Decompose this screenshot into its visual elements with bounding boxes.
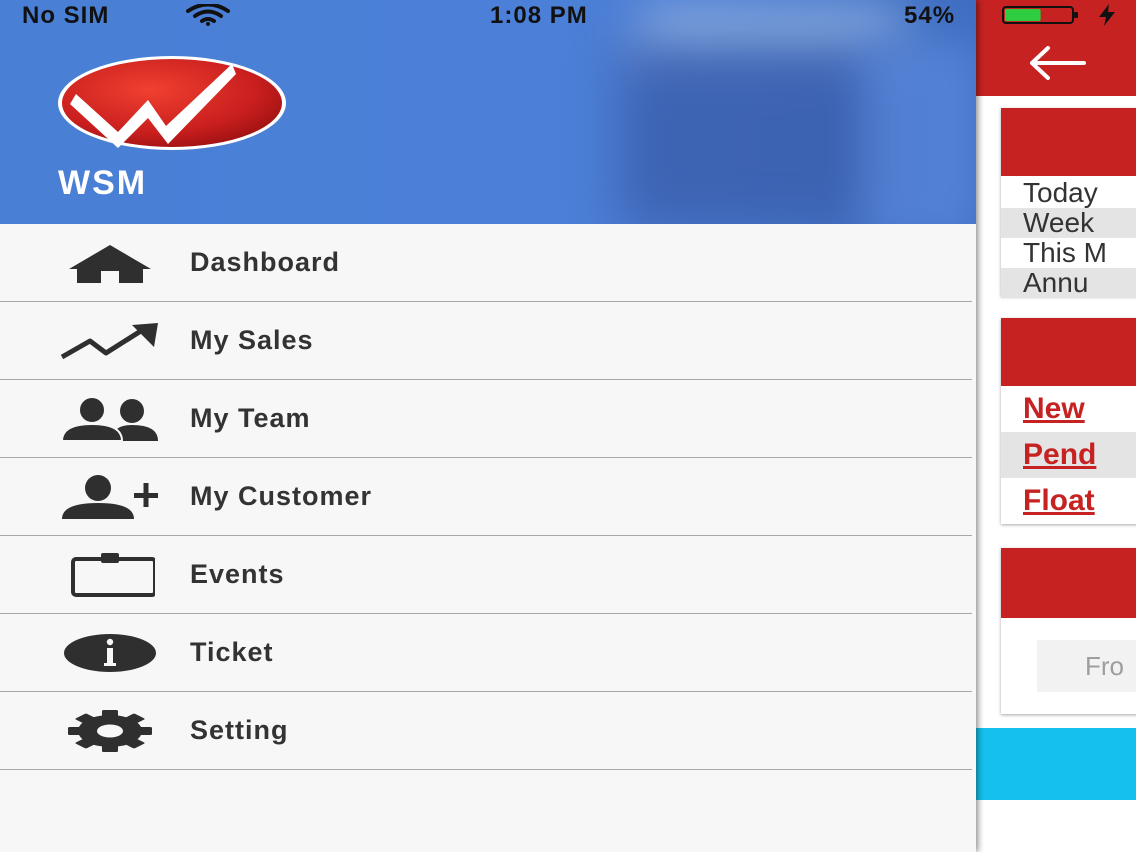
status-bar: No SIM 1:08 PM 54% <box>0 0 1136 30</box>
sales-card-header <box>1001 108 1136 176</box>
clock-time: 1:08 PM <box>490 2 588 29</box>
charging-bolt-icon <box>1099 4 1115 26</box>
battery-percentage: 54% <box>904 2 956 29</box>
sales-summary-card: Today Week This M Annu <box>1001 108 1136 298</box>
sales-row-month[interactable]: This M <box>1001 238 1136 268</box>
drawer-menu: Dashboard My Sales My Team My Customer E… <box>0 224 972 770</box>
menu-label-dashboard: Dashboard <box>190 247 341 277</box>
navigation-drawer: WSM Dashboard My Sales My Team My Custom… <box>0 0 976 852</box>
battery-icon <box>1002 6 1078 24</box>
clipboard-icon <box>60 551 160 599</box>
sales-row-today[interactable]: Today <box>1001 178 1136 208</box>
menu-label-setting: Setting <box>190 715 289 745</box>
team-icon <box>60 395 160 443</box>
sales-row-annual[interactable]: Annu <box>1001 268 1136 298</box>
menu-label-ticket: Ticket <box>190 637 274 667</box>
menu-label-my-customer: My Customer <box>190 481 373 511</box>
menu-item-events[interactable]: Events <box>0 536 972 614</box>
menu-item-ticket[interactable]: Ticket <box>0 614 972 692</box>
date-filter-card: Fro <box>1001 548 1136 714</box>
gear-icon <box>60 707 160 755</box>
link-new[interactable]: New <box>1001 386 1136 432</box>
back-arrow-icon[interactable] <box>1028 44 1088 82</box>
sales-row-week[interactable]: Week <box>1001 208 1136 238</box>
menu-item-my-sales[interactable]: My Sales <box>0 302 972 380</box>
trend-up-icon <box>60 317 160 365</box>
orders-card: New Pend Float <box>1001 318 1136 524</box>
menu-label-events: Events <box>190 559 285 589</box>
menu-item-setting[interactable]: Setting <box>0 692 972 770</box>
submit-button[interactable] <box>976 728 1136 800</box>
menu-item-my-team[interactable]: My Team <box>0 380 972 458</box>
header-background-blur-right <box>860 40 976 224</box>
main-app-screen: Today Week This M Annu New Pend Float Fr… <box>976 0 1136 852</box>
link-pending[interactable]: Pend <box>1001 432 1136 478</box>
add-user-icon <box>60 473 160 521</box>
link-float[interactable]: Float <box>1001 478 1136 524</box>
info-icon <box>60 629 160 677</box>
wsm-logo-icon <box>58 56 286 150</box>
menu-label-my-sales: My Sales <box>190 325 314 355</box>
menu-label-my-team: My Team <box>190 403 311 433</box>
wifi-icon <box>186 4 230 26</box>
drawer-header: WSM <box>0 0 976 224</box>
from-date-input[interactable]: Fro <box>1037 640 1136 692</box>
menu-item-dashboard[interactable]: Dashboard <box>0 224 972 302</box>
orders-card-header <box>1001 318 1136 386</box>
home-icon <box>60 239 160 287</box>
menu-item-my-customer[interactable]: My Customer <box>0 458 972 536</box>
battery-fill <box>1005 9 1041 21</box>
brand-name: WSM <box>58 164 148 202</box>
date-card-header <box>1001 548 1136 618</box>
carrier-label: No SIM <box>22 2 110 29</box>
